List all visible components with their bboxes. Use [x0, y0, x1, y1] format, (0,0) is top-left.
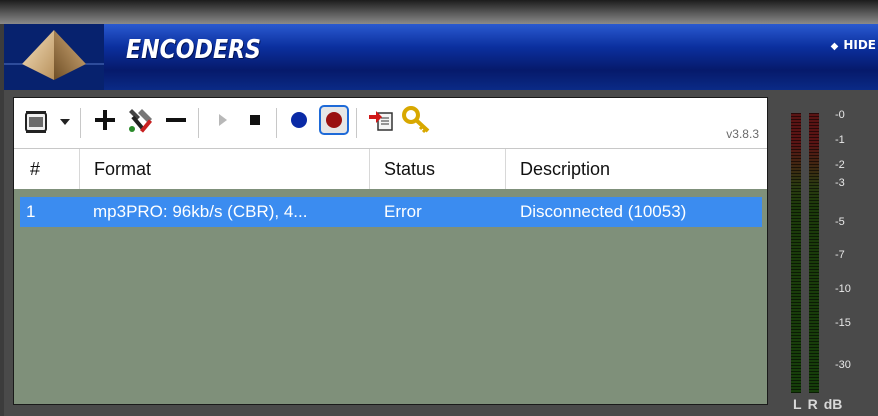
scale-tick-label: -15	[835, 317, 851, 329]
row-number: 1	[26, 202, 36, 221]
column-header-description[interactable]: Description	[506, 149, 767, 189]
encoders-window: ENCODERS ◆ HIDE v3.8.3 # Format Status D…	[0, 0, 878, 416]
pin-icon: ◆	[830, 41, 839, 52]
hide-label: HIDE	[843, 38, 876, 52]
table-row[interactable]: 1 mp3PRO: 96kb/s (CBR), 4... Error Disco…	[20, 197, 762, 227]
tools-icon	[126, 105, 156, 140]
column-header-format[interactable]: Format	[80, 149, 370, 189]
scale-tick-label: -10	[835, 283, 851, 295]
version-label: v3.8.3	[726, 127, 759, 141]
encoder-panel: v3.8.3 # Format Status Description 1 mp3…	[13, 97, 768, 405]
blue-dot-icon	[290, 111, 308, 134]
right-channel-bar	[809, 113, 819, 393]
dropdown-arrow-icon[interactable]	[56, 106, 74, 138]
scale-tick-label: -1	[835, 134, 845, 146]
hide-button[interactable]: ◆ HIDE	[831, 38, 876, 52]
stop-button[interactable]	[242, 106, 268, 138]
toolbar: v3.8.3	[14, 98, 767, 148]
right-channel-label: R	[807, 396, 818, 412]
stop-icon	[249, 113, 261, 131]
scale-tick-label: -3	[835, 177, 845, 189]
level-meter: -0 -1 -2 -3 -5 -7 -10 -15 -30 L RdB	[783, 107, 863, 414]
pyramid-logo	[4, 24, 104, 90]
column-header-number[interactable]: #	[14, 149, 80, 189]
remove-icon	[165, 108, 187, 137]
encoders-header: ENCODERS ◆ HIDE	[4, 24, 878, 90]
column-header-status[interactable]: Status	[370, 149, 506, 189]
row-format: mp3PRO: 96kb/s (CBR), 4...	[93, 202, 308, 221]
export-button[interactable]	[366, 106, 396, 138]
play-button[interactable]	[210, 106, 236, 138]
window-top-bar	[0, 0, 878, 24]
scale-tick-label: -30	[835, 359, 851, 371]
play-icon	[217, 113, 229, 132]
scale-tick-label: -0	[835, 109, 845, 121]
scale-tick-label: -7	[835, 249, 845, 261]
encoder-list: 1 mp3PRO: 96kb/s (CBR), 4... Error Disco…	[14, 189, 767, 404]
add-encoder-button[interactable]	[90, 106, 120, 138]
record-icon	[319, 104, 349, 140]
key-icon	[402, 105, 432, 139]
add-icon	[93, 108, 117, 137]
record-button[interactable]	[318, 104, 350, 140]
connect-button[interactable]	[286, 106, 312, 138]
left-channel-label: L	[793, 396, 802, 412]
encoder-config-icon[interactable]	[20, 106, 52, 138]
page-title: ENCODERS	[126, 35, 261, 65]
row-description: Disconnected (10053)	[520, 202, 687, 221]
db-unit-label: dB	[823, 396, 843, 412]
encoders-body: v3.8.3 # Format Status Description 1 mp3…	[4, 90, 878, 416]
key-button[interactable]	[400, 105, 434, 139]
table-header: # Format Status Description	[14, 148, 767, 190]
remove-encoder-button[interactable]	[162, 106, 190, 138]
encoder-tools-button[interactable]	[124, 106, 158, 138]
export-icon	[368, 107, 394, 138]
meter-channel-labels: L RdB	[793, 396, 848, 412]
meter-scale: -0 -1 -2 -3 -5 -7 -10 -15 -30	[835, 107, 863, 397]
scale-tick-label: -5	[835, 216, 845, 228]
scale-tick-label: -2	[835, 159, 845, 171]
left-channel-bar	[791, 113, 801, 393]
row-status: Error	[384, 202, 422, 221]
